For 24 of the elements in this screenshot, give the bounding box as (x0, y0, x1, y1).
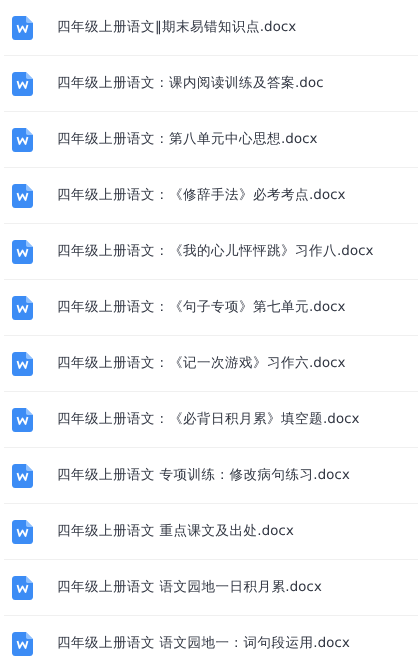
word-document-icon (12, 520, 33, 544)
file-name[interactable]: 四年级上册语文：《必背日积月累》填空题.docx (57, 409, 360, 430)
file-name[interactable]: 四年级上册语文：《修辞手法》必考考点.docx (57, 185, 346, 206)
file-name[interactable]: 四年级上册语文 语文园地一：词句段运用.docx (57, 633, 350, 654)
file-name[interactable]: 四年级上册语文 专项训练：修改病句练习.docx (57, 465, 350, 486)
word-document-icon (12, 16, 33, 40)
file-name[interactable]: 四年级上册语文 重点课文及出处.docx (57, 521, 294, 542)
word-document-icon (12, 72, 33, 96)
word-document-icon (12, 128, 33, 152)
word-document-icon (12, 632, 33, 656)
file-name[interactable]: 四年级上册语文：课内阅读训练及答案.doc (57, 73, 324, 94)
file-name[interactable]: 四年级上册语文 语文园地一日积月累.docx (57, 577, 322, 598)
file-name[interactable]: 四年级上册语文：第八单元中心思想.docx (57, 129, 318, 150)
word-document-icon (12, 240, 33, 264)
file-name[interactable]: 四年级上册语文‖期末易错知识点.docx (57, 17, 296, 38)
word-document-icon (12, 184, 33, 208)
word-document-icon (12, 296, 33, 320)
word-document-icon (12, 408, 33, 432)
file-name[interactable]: 四年级上册语文：《记一次游戏》习作六.docx (57, 353, 346, 374)
word-document-icon (12, 576, 33, 600)
word-document-icon (12, 352, 33, 376)
word-document-icon (12, 464, 33, 488)
file-name[interactable]: 四年级上册语文：《我的心儿怦怦跳》习作八.docx (57, 241, 374, 262)
file-name[interactable]: 四年级上册语文：《句子专项》第七单元.docx (57, 297, 346, 318)
